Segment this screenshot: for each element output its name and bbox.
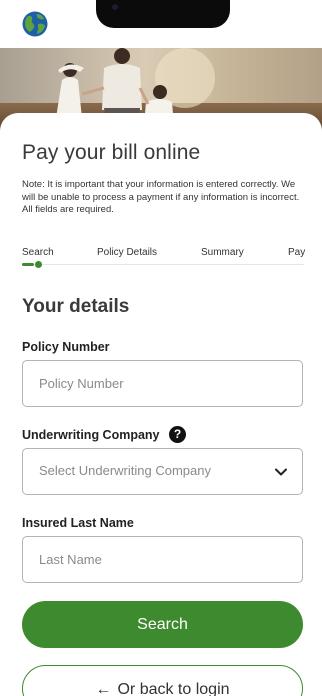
last-name-label: Insured Last Name [22, 516, 134, 530]
device-notch [96, 0, 230, 28]
step-search: Search [22, 247, 54, 258]
progress-stepper: Search Policy Details Summary Pay [22, 247, 306, 271]
underwriting-company-select[interactable]: Select Underwriting Company [22, 448, 303, 495]
page-title: Pay your bill online [22, 141, 201, 164]
step-summary: Summary [201, 247, 244, 258]
last-name-input[interactable] [23, 537, 302, 582]
search-button[interactable]: Search [22, 601, 303, 648]
globe-logo-icon[interactable] [22, 11, 48, 37]
back-to-login-label: Or back to login [117, 681, 230, 696]
stepper-track [22, 264, 304, 265]
policy-number-input[interactable] [23, 361, 302, 406]
back-to-login-button[interactable]: ← Or back to login [22, 665, 303, 696]
form-note: Note: It is important that your informat… [22, 179, 300, 215]
camera-dot [112, 4, 118, 10]
stepper-current-dot [35, 261, 42, 268]
step-policy-details: Policy Details [97, 247, 158, 258]
policy-number-field-wrapper [22, 360, 303, 407]
question-circle-icon[interactable]: ? [169, 426, 186, 443]
policy-number-label: Policy Number [22, 340, 110, 354]
last-name-field-wrapper [22, 536, 303, 583]
arrow-left-icon: ← [95, 681, 112, 696]
underwriting-company-placeholder: Select Underwriting Company [39, 463, 211, 478]
underwriting-company-label: Underwriting Company [22, 428, 160, 442]
back-to-login-content: ← Or back to login [23, 681, 302, 696]
chevron-down-icon [275, 468, 287, 476]
stepper-progress [22, 263, 34, 266]
section-title: Your details [22, 296, 130, 317]
step-pay: Pay [288, 247, 306, 258]
